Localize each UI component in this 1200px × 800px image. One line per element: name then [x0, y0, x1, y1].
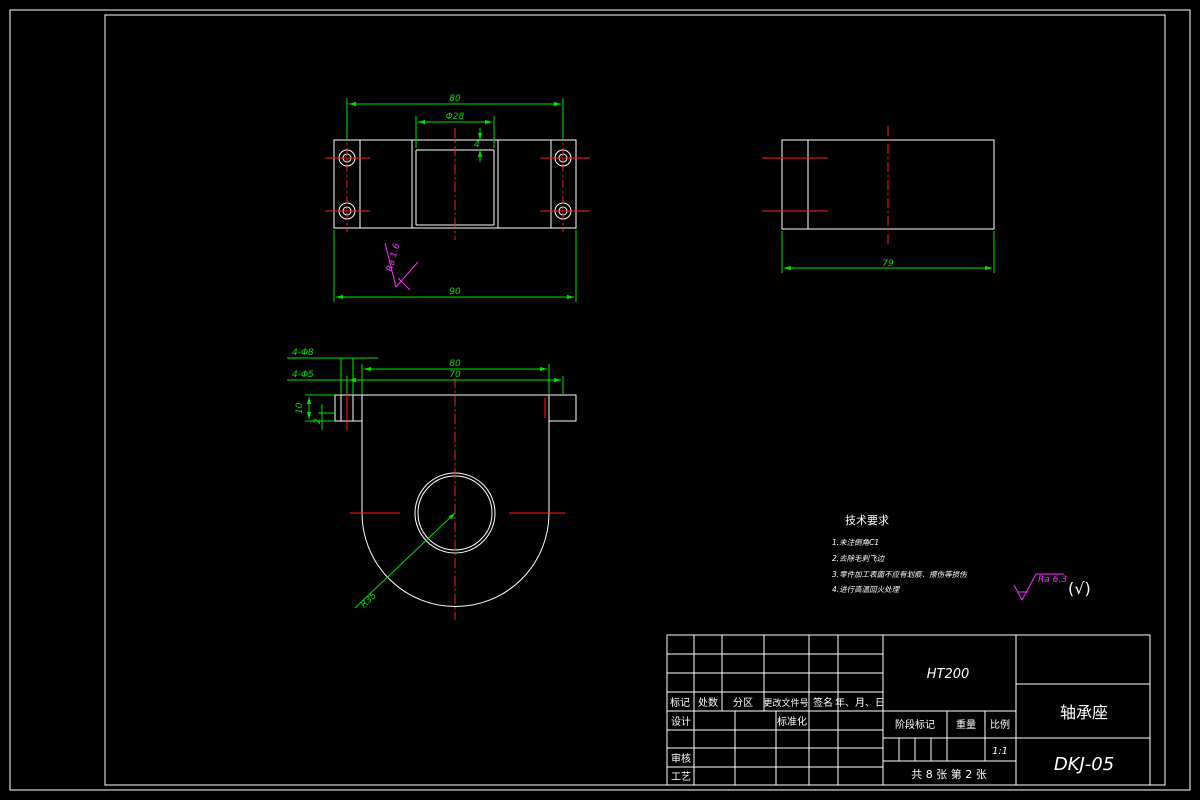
dim-top-width: 80 — [449, 94, 461, 104]
tb-header-mark: 标记 — [670, 697, 690, 709]
front-view-dimensions: 80 70 4-Φ8 4-Φ5 10 2 R35 — [287, 348, 564, 611]
tb-header-count: 处数 — [698, 696, 718, 709]
tb-header-zone: 分区 — [733, 697, 753, 709]
top-view — [325, 128, 590, 240]
dim-hole-large: 4-Φ8 — [292, 348, 314, 358]
tb-stage-mark: 阶段标记 — [895, 718, 935, 731]
tb-weight: 重量 — [956, 718, 976, 731]
dim-total-width: 90 — [449, 287, 461, 297]
dim-front-width: 80 — [449, 359, 461, 369]
dim-counterbore-depth: 2 — [313, 418, 323, 424]
svg-text:Ra 1.6: Ra 1.6 — [385, 242, 402, 273]
tb-header-signature: 签名 — [813, 696, 833, 709]
tech-req-item: 3.零件加工表面不应有划痕、擦伤等损伤 — [832, 570, 968, 579]
tb-scale: 1:1 — [992, 746, 1008, 757]
top-view-dimensions: 80 Φ28 4 90 Ra 1.6 — [333, 94, 577, 302]
tech-req-item: 1.未注倒角C1 — [832, 538, 879, 547]
dim-bore-dia: Φ28 — [446, 112, 465, 122]
tb-header-date: 年、月、日 — [835, 696, 885, 709]
dim-side-length: 79 — [882, 259, 894, 269]
front-view — [334, 378, 577, 620]
roughness-rest-mark: (√) — [1068, 579, 1091, 598]
roughness-symbol-general: Ra 6.3 (√) — [1013, 573, 1091, 602]
tb-design: 设计 — [671, 715, 691, 728]
dim-flange-height: 10 — [295, 402, 305, 414]
tech-req-title: 技术要求 — [845, 514, 889, 527]
dim-groove-depth: 4 — [474, 140, 480, 150]
side-view: 79 — [762, 126, 995, 273]
svg-text:Ra 6.3: Ra 6.3 — [1038, 575, 1067, 585]
tb-sheet-info: 共 8 张 第 2 张 — [911, 767, 986, 781]
dim-radius: R35 — [359, 591, 379, 611]
dim-hole-spacing: 70 — [449, 370, 461, 380]
tb-review: 审核 — [671, 752, 691, 765]
tb-process: 工艺 — [671, 771, 691, 783]
drawing-frame — [9, 9, 1191, 791]
tb-drawing-no: DKJ-05 — [1054, 754, 1114, 775]
tech-req-item: 2.去除毛刺飞边 — [832, 554, 886, 563]
tb-header-change-doc: 更改文件号 — [763, 697, 808, 709]
roughness-symbol-top: Ra 1.6 — [384, 242, 419, 291]
tech-req-item: 4.进行高温回火处理 — [832, 585, 901, 594]
tb-standardization: 标准化 — [777, 715, 807, 728]
title-block: 标记 处数 分区 更改文件号 签名 年、月、日 设计 标准化 审核 工艺 HT2… — [666, 634, 1151, 786]
tb-material: HT200 — [927, 667, 970, 682]
cad-drawing: 80 Φ28 4 90 Ra 1.6 79 80 70 4-Φ8 4-Φ5 10… — [9, 9, 1191, 791]
dim-hole-small: 4-Φ5 — [292, 370, 314, 380]
tb-scale-label: 比例 — [990, 718, 1010, 731]
tb-part-name: 轴承座 — [1060, 703, 1108, 722]
technical-requirements: 技术要求 1.未注倒角C1 2.去除毛刺飞边 3.零件加工表面不应有划痕、擦伤等… — [832, 514, 968, 594]
